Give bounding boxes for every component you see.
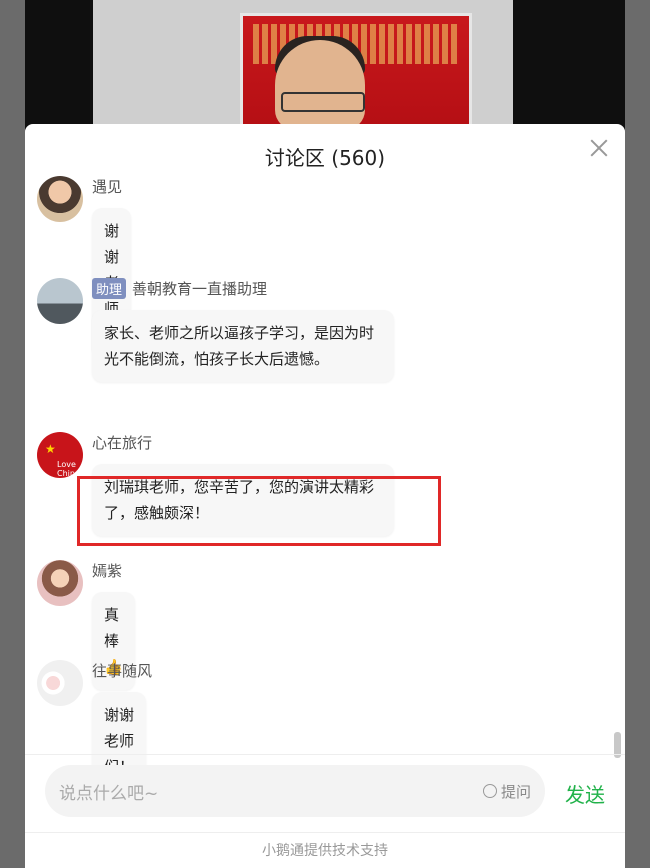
assistant-badge: 助理 xyxy=(92,278,127,299)
star-icon: ★ xyxy=(45,442,56,456)
input-bar: 说点什么吧~ 提问 发送 xyxy=(25,754,625,835)
avatar[interactable] xyxy=(37,560,83,606)
message-author: 嫣紫 xyxy=(92,562,123,580)
message-bubble: 家长、老师之所以逼孩子学习，是因为时光不能倒流，怕孩子长大后遗憾。 xyxy=(92,310,394,382)
comment-input[interactable]: 说点什么吧~ 提问 xyxy=(45,765,545,817)
ask-label: 提问 xyxy=(500,783,531,801)
message-author: 助理 善朝教育一直播助理 xyxy=(92,278,267,299)
radio-icon xyxy=(482,784,497,798)
live-video[interactable] xyxy=(25,0,625,130)
author-name: 善朝教育一直播助理 xyxy=(132,280,268,298)
discussion-title: 讨论区 (560) xyxy=(264,146,386,170)
video-speaker-glasses xyxy=(281,92,365,112)
close-icon[interactable] xyxy=(587,136,611,160)
video-speaker xyxy=(275,40,365,130)
message-author: 遇见 xyxy=(92,178,123,196)
avatar[interactable] xyxy=(37,660,83,706)
highlight-box xyxy=(77,476,441,546)
avatar[interactable] xyxy=(37,278,83,324)
tech-support-footer: 小鹅通提供技术支持 xyxy=(25,832,625,868)
avatar[interactable]: ★ Love China xyxy=(37,432,83,478)
message-author: 往事随风 xyxy=(92,662,153,680)
discussion-panel: 讨论区 (560) 遇见 谢谢老师们 助理善朝教育一直播助理 家长、老师之所以逼… xyxy=(25,124,625,868)
avatar[interactable] xyxy=(37,176,83,222)
ask-question-toggle[interactable]: 提问 xyxy=(482,781,531,802)
message-author: 心在旅行 xyxy=(92,434,153,452)
input-placeholder: 说点什么吧~ xyxy=(59,784,159,804)
send-button[interactable]: 发送 xyxy=(565,779,605,808)
